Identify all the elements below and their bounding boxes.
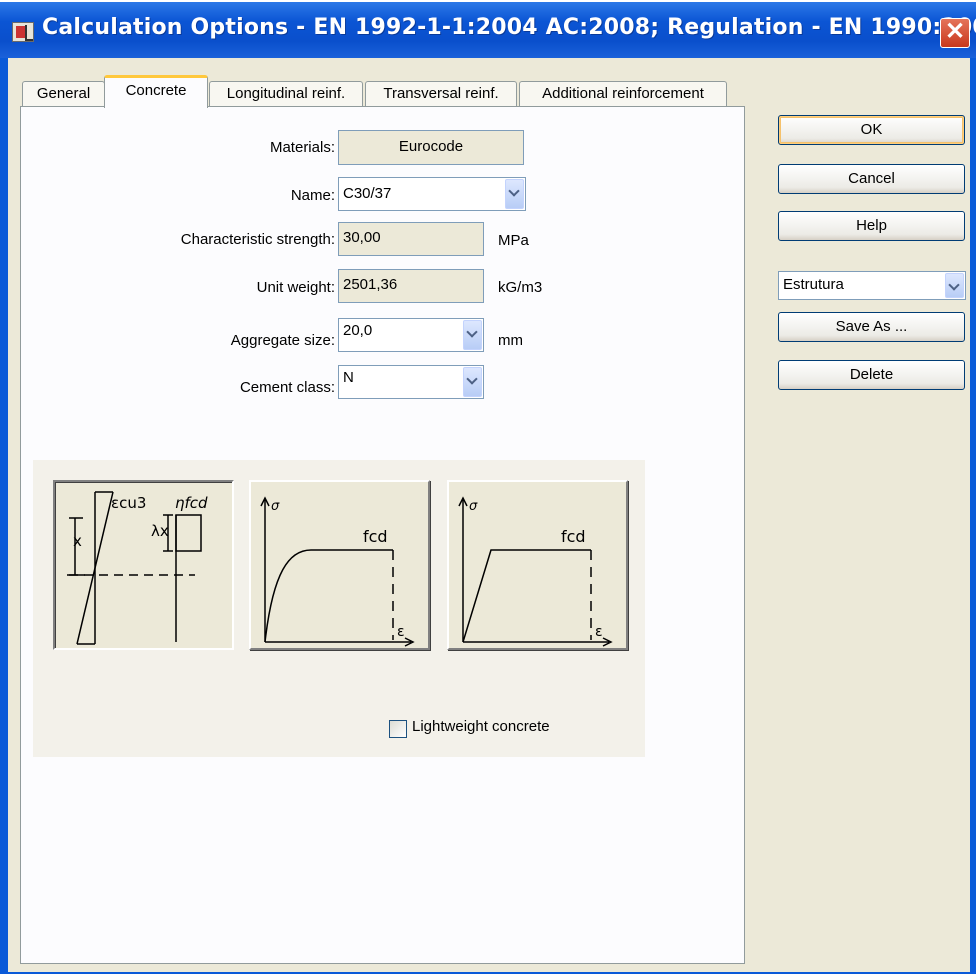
parabola-rectangle-diagram-button[interactable]: σ fcd ε [249, 480, 430, 650]
strength-field: 30,00 [338, 222, 484, 256]
ok-button[interactable]: OK [778, 115, 965, 145]
delete-button[interactable]: Delete [778, 360, 965, 390]
name-select-value: C30/37 [343, 185, 392, 202]
tab-additional-reinforcement[interactable]: Additional reinforcement [519, 81, 727, 107]
aggregate-size-label: Aggregate size: [230, 332, 335, 349]
save-as-button[interactable]: Save As ... [778, 312, 965, 342]
concrete-tab-panel: Materials: Eurocode Name: C30/37 Charact… [20, 106, 745, 964]
aggregate-size-value: 20,0 [343, 322, 373, 339]
lightweight-concrete-label[interactable]: Lightweight concrete [412, 718, 550, 735]
rectangular-stress-block-icon: εcu3 ηfcd x λx [67, 491, 208, 645]
tab-longitudinal-reinf[interactable]: Longitudinal reinf. [209, 81, 363, 107]
tab-general[interactable]: General [22, 81, 105, 107]
tab-transversal-reinf[interactable]: Transversal reinf. [365, 81, 517, 107]
parabola-rectangle-icon: σ fcd ε [260, 496, 415, 647]
fcd-label: fcd [561, 527, 586, 546]
name-select[interactable]: C30/37 [338, 177, 526, 211]
chevron-down-icon[interactable] [505, 179, 524, 209]
unit-weight-label: Unit weight: [256, 279, 335, 296]
epsilon-label: ε [397, 624, 405, 640]
title-bar[interactable]: Calculation Options - EN 1992-1-1:2004 A… [0, 2, 976, 58]
help-button[interactable]: Help [778, 211, 965, 241]
chevron-down-icon[interactable] [945, 273, 964, 298]
sigma-label: σ [469, 499, 478, 514]
tab-concrete[interactable]: Concrete [104, 75, 208, 108]
unit-weight-field: 2501,36 [338, 269, 484, 303]
window-title: Calculation Options - EN 1992-1-1:2004 A… [42, 15, 976, 40]
x-label: x [73, 532, 82, 550]
chevron-down-icon[interactable] [463, 367, 482, 397]
sigma-label: σ [271, 499, 280, 514]
materials-field: Eurocode [338, 130, 524, 165]
cement-class-value: N [343, 369, 354, 386]
dialog-client-area: General Concrete Longitudinal reinf. Tra… [8, 58, 970, 972]
cement-class-select[interactable]: N [338, 365, 484, 399]
lambda-x-label: λx [151, 522, 169, 540]
strength-unit: MPa [498, 232, 529, 249]
name-label: Name: [290, 187, 335, 204]
strength-label: Characteristic strength: [180, 231, 335, 248]
close-button[interactable]: ✕ [940, 18, 970, 48]
epsilon-cu3-label: εcu3 [111, 494, 146, 512]
aggregate-size-unit: mm [498, 332, 523, 349]
rectangular-diagram-button[interactable]: εcu3 ηfcd x λx [53, 480, 234, 650]
eta-fcd-label: ηfcd [175, 494, 208, 512]
chevron-down-icon[interactable] [463, 320, 482, 350]
bilinear-diagram-button[interactable]: σ fcd ε [447, 480, 628, 650]
fcd-label: fcd [363, 527, 388, 546]
calculation-options-dialog: Calculation Options - EN 1992-1-1:2004 A… [0, 2, 976, 974]
aggregate-size-select[interactable]: 20,0 [338, 318, 484, 352]
stress-strain-diagram-area: εcu3 ηfcd x λx σ fcd ε σ fcd ε [33, 460, 645, 757]
materials-label: Materials: [269, 139, 335, 156]
unit-weight-unit: kG/m3 [498, 279, 543, 296]
preset-select[interactable]: Estrutura [778, 271, 966, 300]
lightweight-concrete-checkbox[interactable] [389, 720, 407, 738]
preset-select-value: Estrutura [783, 276, 844, 293]
cement-class-label: Cement class: [239, 379, 335, 396]
cancel-button[interactable]: Cancel [778, 164, 965, 194]
bilinear-icon: σ fcd ε [458, 496, 613, 647]
app-icon [12, 22, 34, 42]
epsilon-label: ε [595, 624, 603, 640]
